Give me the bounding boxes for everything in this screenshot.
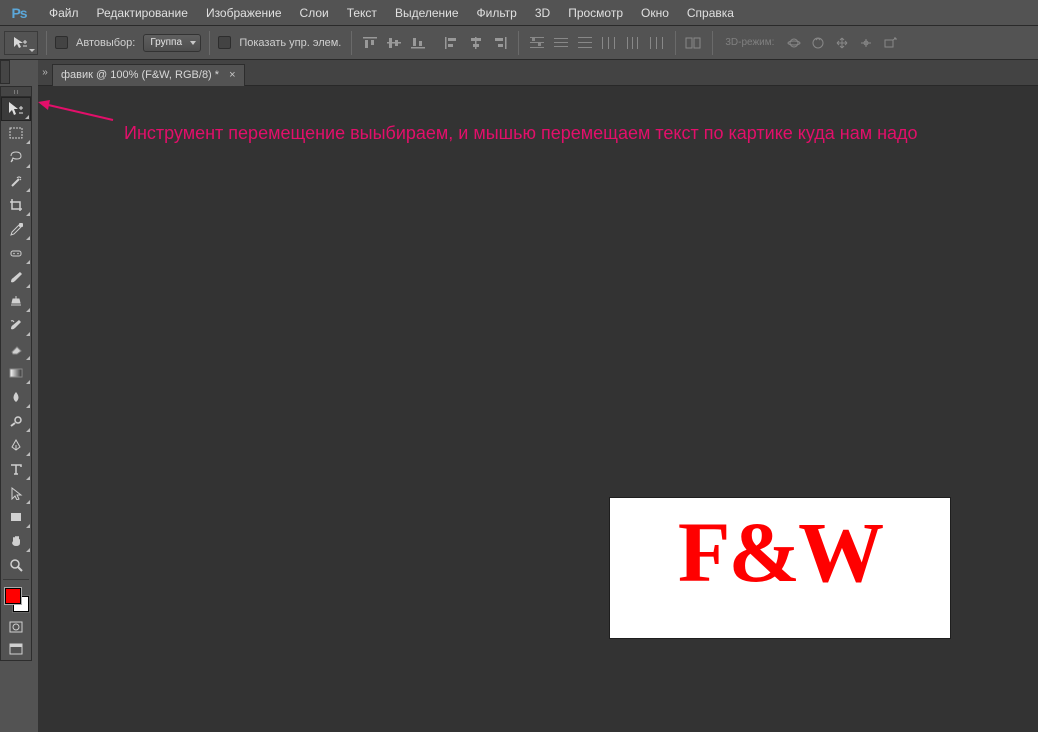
artboard[interactable]: F&W [610, 498, 950, 638]
separator [675, 31, 676, 55]
annotation-arrow [38, 100, 118, 124]
pen-tool[interactable] [1, 433, 31, 457]
tools-sidebar [0, 60, 38, 732]
align-top-icon[interactable] [360, 34, 380, 52]
marquee-tool[interactable] [1, 121, 31, 145]
show-controls-label: Показать упр. элем. [237, 37, 343, 49]
auto-select-checkbox[interactable] [55, 36, 68, 49]
dist-hcenter-icon[interactable] [623, 34, 643, 52]
align-hcenter-icon[interactable] [466, 34, 486, 52]
separator [209, 31, 210, 55]
history-brush-tool[interactable] [1, 313, 31, 337]
magic-wand-tool[interactable] [1, 169, 31, 193]
dist-right-icon[interactable] [647, 34, 667, 52]
align-vcenter-icon[interactable] [384, 34, 404, 52]
healing-brush-tool[interactable] [1, 241, 31, 265]
mode-3d-icons [784, 34, 900, 52]
menu-window[interactable]: Окно [632, 2, 678, 24]
auto-align-icon[interactable] [684, 34, 704, 52]
align-left-icon[interactable] [442, 34, 462, 52]
tab-arrow[interactable]: » [38, 67, 52, 78]
menu-select[interactable]: Выделение [386, 2, 468, 24]
brush-tool[interactable] [1, 265, 31, 289]
move-tool[interactable] [1, 97, 31, 121]
zoom-tool[interactable] [1, 553, 31, 577]
align-h-group [442, 34, 510, 52]
type-tool[interactable] [1, 457, 31, 481]
align-bottom-icon[interactable] [408, 34, 428, 52]
slide-3d-icon[interactable] [856, 34, 876, 52]
distribute-group [527, 34, 667, 52]
menu-edit[interactable]: Редактирование [88, 2, 197, 24]
auto-select-dropdown[interactable]: Группа [143, 34, 201, 52]
gradient-tool[interactable] [1, 361, 31, 385]
show-controls-checkbox[interactable] [218, 36, 231, 49]
dist-top-icon[interactable] [527, 34, 547, 52]
screen-mode[interactable] [1, 638, 31, 660]
eraser-tool[interactable] [1, 337, 31, 361]
quickmask-toggle[interactable] [1, 616, 31, 638]
blur-tool[interactable] [1, 385, 31, 409]
dist-bottom-icon[interactable] [575, 34, 595, 52]
panel-tab[interactable] [0, 60, 10, 84]
options-bar: Автовыбор: Группа Показать упр. элем. 3D… [0, 26, 1038, 60]
menu-3d[interactable]: 3D [526, 2, 559, 24]
toolbox [0, 86, 32, 661]
foreground-swatch[interactable] [5, 588, 21, 604]
annotation-text: Инструмент перемещение выыбираем, и мышь… [124, 120, 954, 147]
orbit-3d-icon[interactable] [784, 34, 804, 52]
align-right-icon[interactable] [490, 34, 510, 52]
menu-bar: Ps Файл Редактирование Изображение Слои … [0, 0, 1038, 26]
mode-3d-label: 3D-режим: [721, 37, 778, 48]
document-tabs: » фавик @ 100% (F&W, RGB/8) * × [38, 60, 1038, 86]
auto-select-label: Автовыбор: [74, 37, 137, 49]
crop-tool[interactable] [1, 193, 31, 217]
roll-3d-icon[interactable] [808, 34, 828, 52]
scale-3d-icon[interactable] [880, 34, 900, 52]
separator [46, 31, 47, 55]
menu-filter[interactable]: Фильтр [468, 2, 526, 24]
document-tab-title: фавик @ 100% (F&W, RGB/8) * [61, 69, 219, 81]
pan-3d-icon[interactable] [832, 34, 852, 52]
panel-handle[interactable] [1, 87, 31, 97]
lasso-tool[interactable] [1, 145, 31, 169]
close-tab-icon[interactable]: × [229, 69, 235, 81]
hand-tool[interactable] [1, 529, 31, 553]
separator [712, 31, 713, 55]
path-select-tool[interactable] [1, 481, 31, 505]
align-edges-group [360, 34, 428, 52]
separator [518, 31, 519, 55]
menu-layers[interactable]: Слои [291, 2, 338, 24]
color-swatches[interactable] [1, 586, 31, 616]
dodge-tool[interactable] [1, 409, 31, 433]
app-logo: Ps [8, 3, 30, 23]
rectangle-tool[interactable] [1, 505, 31, 529]
menu-image[interactable]: Изображение [197, 2, 291, 24]
auto-align-group [684, 34, 704, 52]
document-tab[interactable]: фавик @ 100% (F&W, RGB/8) * × [52, 64, 245, 86]
menu-view[interactable]: Просмотр [559, 2, 632, 24]
canvas-area[interactable]: Инструмент перемещение выыбираем, и мышь… [38, 86, 1038, 732]
menu-file[interactable]: Файл [40, 2, 88, 24]
divider [3, 579, 29, 580]
clone-stamp-tool[interactable] [1, 289, 31, 313]
dist-vcenter-icon[interactable] [551, 34, 571, 52]
tool-preset-picker[interactable] [4, 31, 38, 55]
eyedropper-tool[interactable] [1, 217, 31, 241]
artwork-text[interactable]: F&W [678, 502, 882, 602]
menu-text[interactable]: Текст [338, 2, 386, 24]
menu-help[interactable]: Справка [678, 2, 743, 24]
separator [351, 31, 352, 55]
dist-left-icon[interactable] [599, 34, 619, 52]
